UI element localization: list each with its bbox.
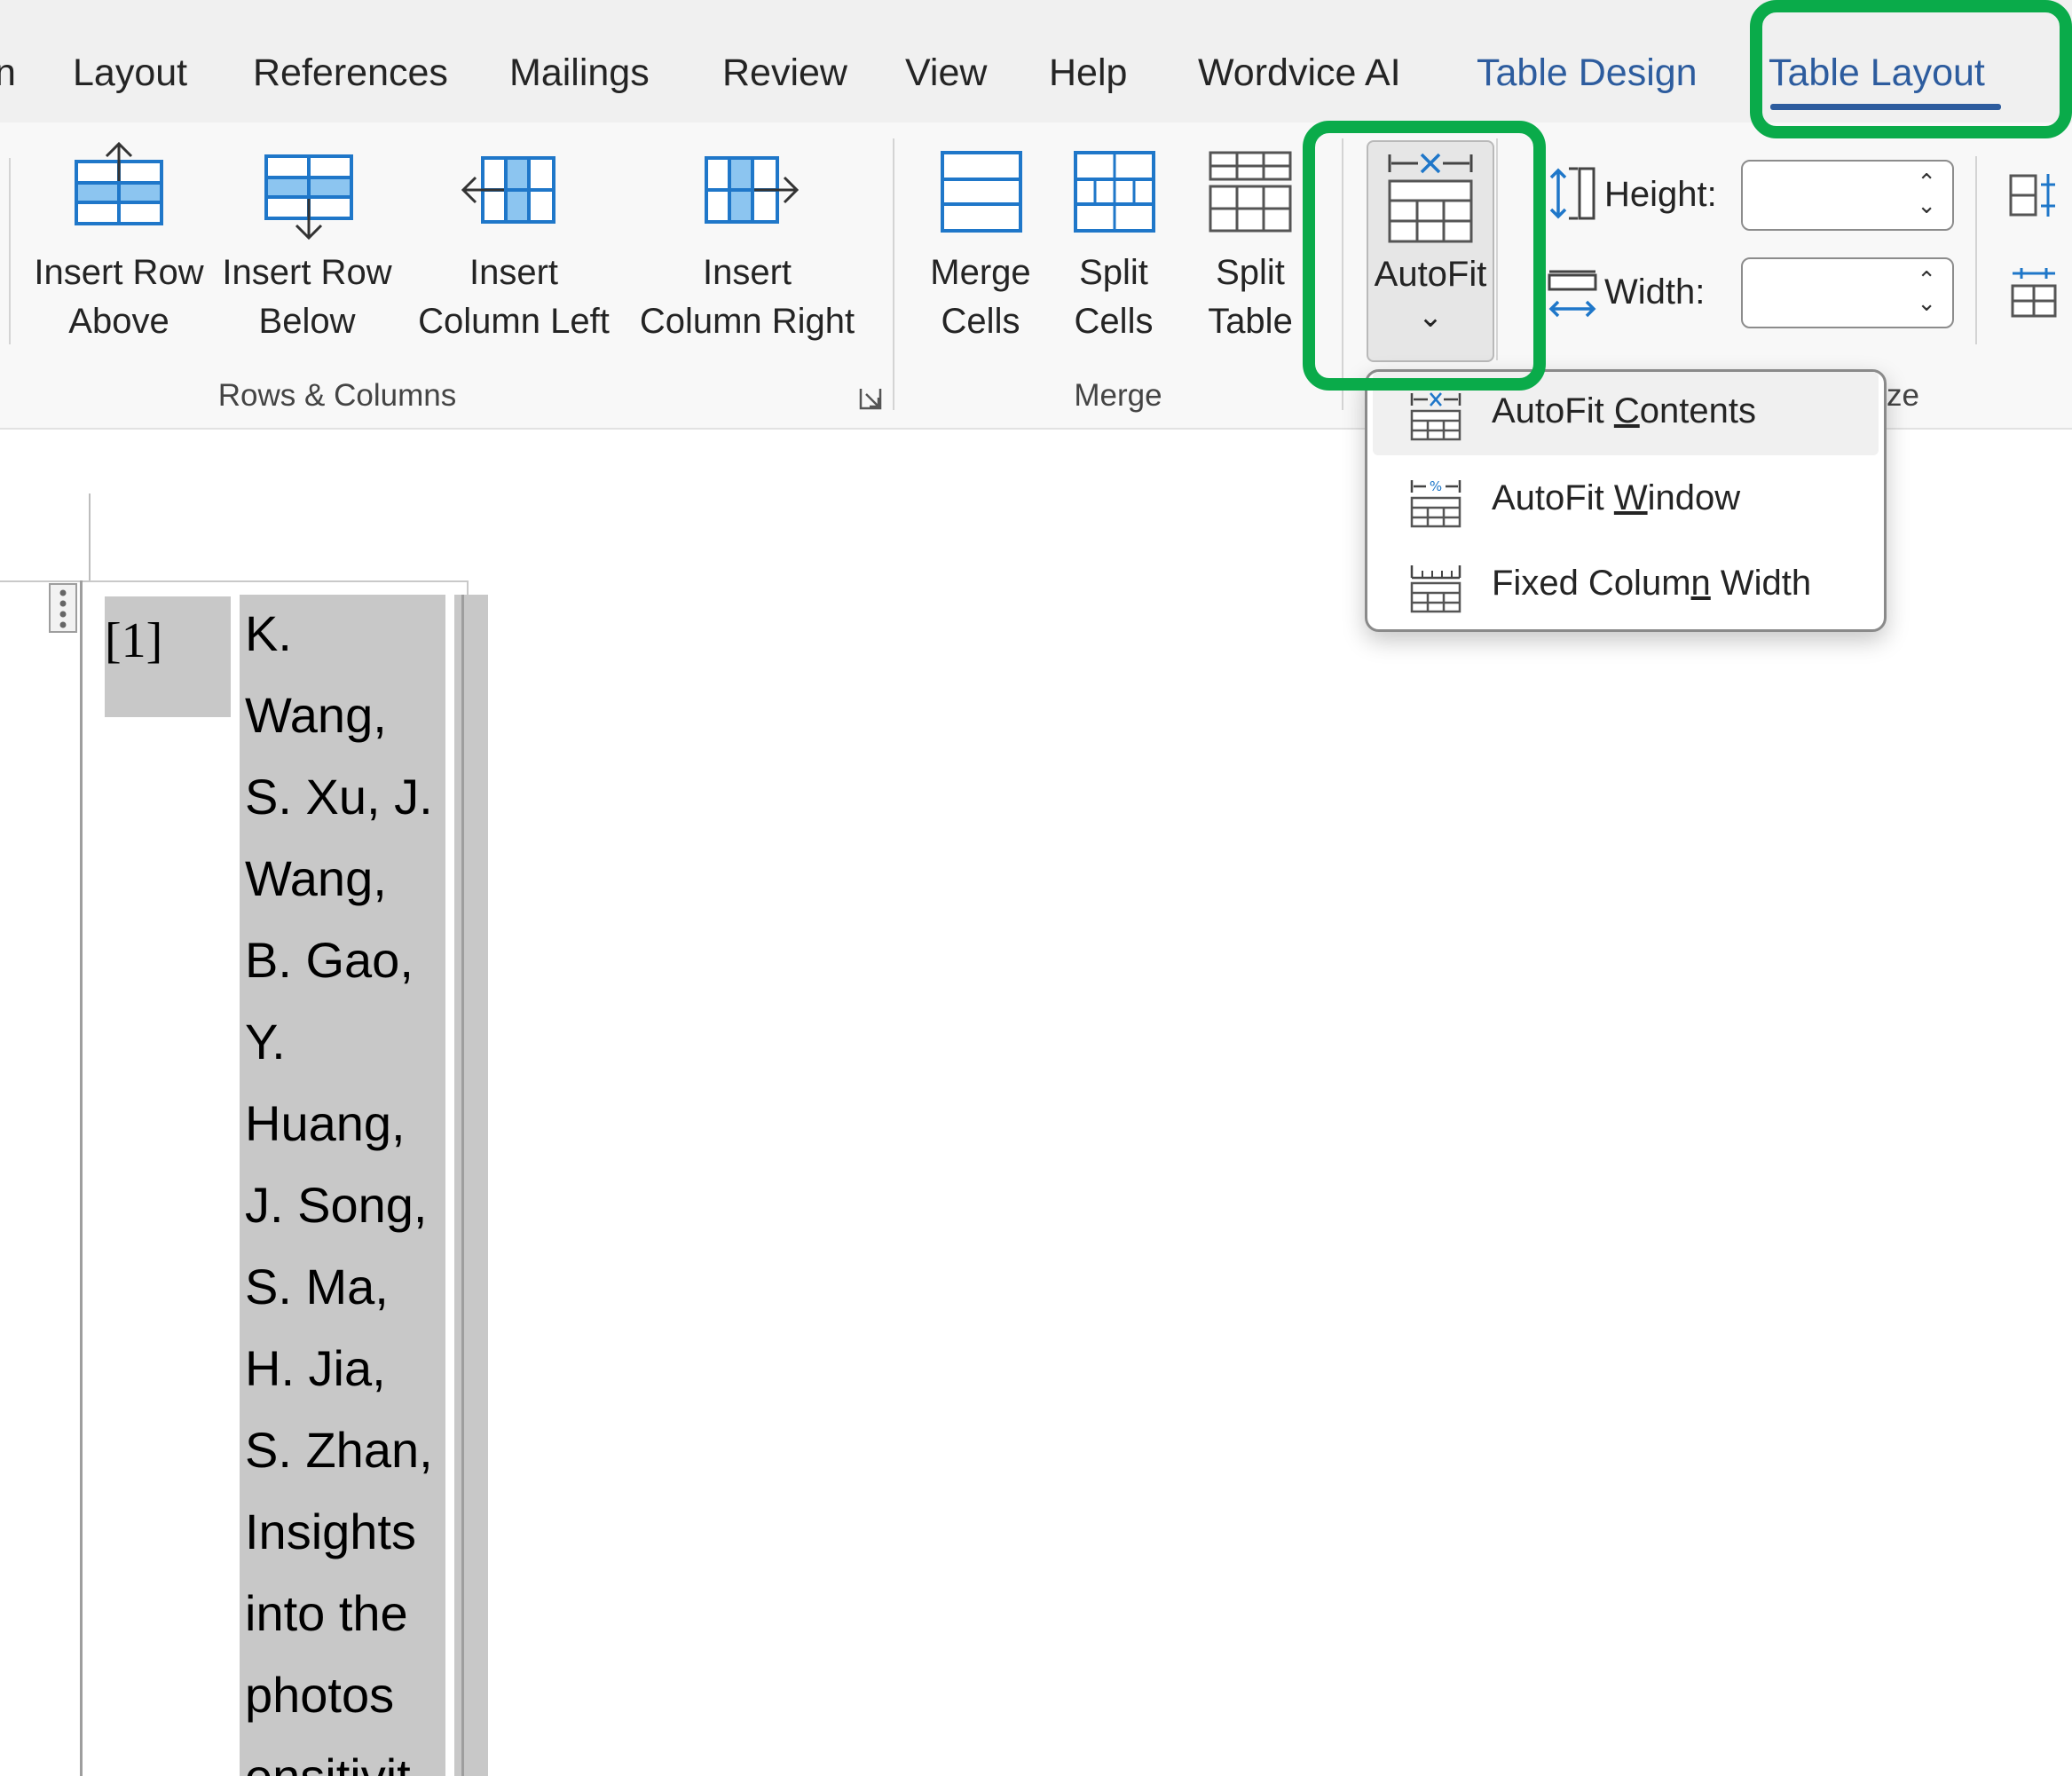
row-height-icon [1549,167,1595,220]
reference-text-line: S. Ma, [245,1259,389,1314]
reference-number: [1] [105,613,163,668]
reference-text-line: photos [245,1667,395,1723]
fixed-column-width-item[interactable]: Fixed Column Width [1373,544,1879,628]
merge-cells-label-2: Cells [941,302,1020,341]
tab-help[interactable]: Help [1049,51,1127,95]
highlight-table-layout-tab [1750,0,2072,138]
fixed-column-width-label-pre: Fixed Colum [1492,564,1691,603]
reference-text-line: K. [245,605,292,661]
reference-text-line: J. Song, [245,1177,428,1233]
merge-cells-label-1: Merge [930,253,1031,292]
spin-down-icon[interactable]: ⌄ [1917,192,1936,219]
reference-text-line: Insights [245,1504,416,1559]
fixed-column-width-label: Fixed Column Width [1492,564,1811,604]
selected-end-of-row [454,595,488,1776]
insert-column-right-label-2: Column Right [639,302,855,341]
fixed-column-width-accesskey: n [1690,564,1711,603]
insert-row-above-label-1: Insert Row [34,253,204,292]
dialog-launcher-icon[interactable] [857,385,884,412]
insert-column-right-label-1: Insert [702,253,792,292]
fixed-column-width-icon [1410,565,1461,613]
reference-text-line: S. Xu, J. [245,769,433,825]
svg-text:%: % [1430,478,1442,494]
reference-text-line: Wang, [245,687,387,743]
autofit-window-label-post: indow [1647,478,1741,517]
reference-text-line: H. Jia, [245,1340,386,1396]
insert-row-above-icon [75,142,163,225]
autofit-window-accesskey: W [1613,478,1648,517]
group-label-rows-columns: Rows & Columns [217,378,457,413]
width-label: Width: [1604,272,1706,312]
distribute-rows-icon[interactable] [2007,170,2060,220]
insert-row-below-label-2: Below [258,302,356,341]
group-label-cell-size-partial: ze [1887,378,1919,413]
insert-column-left-label-1: Insert [469,253,559,292]
reference-text: K. Wang, S. Xu, J. Wang, B. Gao, Y. Huang, J. S… [245,593,433,1776]
autofit-contents-icon [1410,392,1461,441]
insert-row-below-icon [264,154,353,241]
autofit-window-label: AutoFit Window [1492,478,1740,518]
reference-text-line: S. Zhan, [245,1422,433,1478]
autofit-contents-label-pre: AutoFit [1492,391,1614,430]
group-separator [9,158,11,344]
insert-row-below-label-1: Insert Row [222,253,392,292]
column-width-icon [1548,270,1597,318]
spin-down-icon[interactable]: ⌄ [1917,289,1936,317]
tab-table-design[interactable]: Table Design [1477,51,1698,95]
highlight-autofit-button [1303,121,1546,391]
split-cells-icon [1074,151,1155,233]
distribute-columns-icon[interactable] [2007,266,2060,320]
table-left-border [80,580,83,1776]
autofit-contents-label: AutoFit Contents [1492,391,1756,431]
height-label: Height: [1604,175,1717,214]
split-cells-label-1: Split [1079,253,1148,292]
autofit-dropdown-menu: AutoFit Contents % AutoFit Window Fixed … [1365,369,1887,632]
reference-text-line: B. Gao, [245,932,414,988]
insert-column-right-icon [705,156,799,224]
height-spinbox[interactable]: ⌃ ⌄ [1741,160,1954,231]
tab-view[interactable]: View [905,51,987,95]
insert-column-left-icon [461,156,555,224]
insert-column-left-label-2: Column Left [418,302,610,341]
margin-guide [89,493,91,582]
table-move-handle-icon[interactable] [48,582,78,634]
tab-review[interactable]: Review [722,51,847,95]
merge-cells-icon [941,151,1022,233]
split-cells-label-2: Cells [1074,302,1154,341]
insert-row-above-label-2: Above [68,302,169,341]
table-column-border [461,595,464,1776]
reference-text-line: into the [245,1585,408,1641]
tab-mailings[interactable]: Mailings [509,51,650,95]
autofit-window-label-pre: AutoFit [1492,478,1614,517]
reference-text-line: Y. [245,1014,286,1070]
width-spinbox[interactable]: ⌃ ⌄ [1741,257,1954,328]
group-separator [1975,156,1977,344]
autofit-window-item[interactable]: % AutoFit Window [1373,459,1879,542]
autofit-contents-label-post: ontents [1639,391,1756,430]
reference-text-line: ensitivit [245,1736,433,1776]
split-table-label-2: Table [1208,302,1293,341]
split-table-icon [1209,151,1292,233]
reference-text-line: Huang, [245,1095,406,1151]
group-label-merge: Merge [1074,378,1162,413]
split-table-label-1: Split [1216,253,1285,292]
group-separator [893,138,894,410]
autofit-contents-accesskey: C [1613,391,1640,430]
tab-wordvice-ai[interactable]: Wordvice AI [1198,51,1401,95]
reference-text-line: Wang, [245,850,387,906]
tab-references[interactable]: References [253,51,448,95]
tab-design-partial[interactable]: n [0,51,16,95]
autofit-window-icon: % [1410,478,1461,528]
tab-layout[interactable]: Layout [73,51,187,95]
fixed-column-width-label-post: Width [1710,564,1812,603]
